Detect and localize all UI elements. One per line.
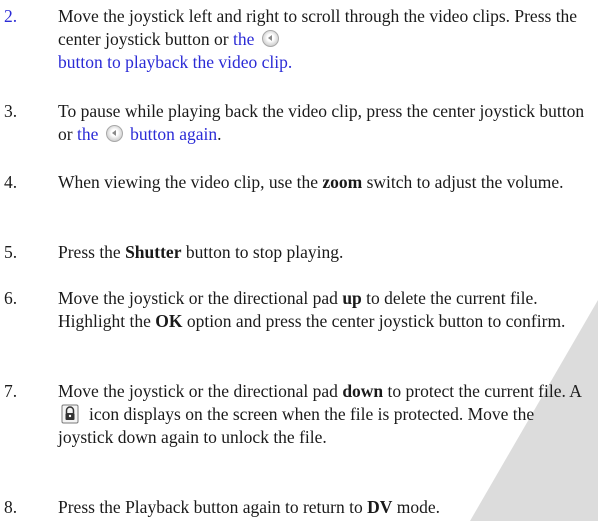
bold-term: Shutter	[125, 242, 182, 262]
step-link: the button again	[76, 124, 218, 144]
step-text: Press the Shutter button to stop playing…	[58, 242, 344, 262]
playback-button-icon	[261, 30, 279, 47]
step-number: 7.	[4, 381, 18, 401]
lock-icon	[61, 404, 79, 424]
step-text: To pause while playing back the video cl…	[58, 100, 588, 146]
step-number: 2.	[4, 6, 18, 26]
step-number: 4.	[4, 172, 18, 192]
step-text: Move the joystick or the directional pad…	[58, 288, 566, 331]
step-text-part: .	[217, 124, 222, 144]
bold-term: up	[342, 288, 362, 308]
step-text-part: Move the joystick left and right to scro…	[58, 6, 578, 49]
bold-term: down	[342, 381, 384, 401]
step-text: When viewing the video clip, use the zoo…	[58, 172, 564, 192]
playback-button-icon	[105, 125, 123, 142]
bold-term: OK	[155, 311, 183, 331]
step-text: Move the joystick or the directional pad…	[58, 381, 582, 447]
step-number: 8.	[4, 497, 18, 517]
step-number: 5.	[4, 242, 18, 262]
step-text: Press the Playback button again to retur…	[58, 497, 441, 517]
bold-term: zoom	[322, 172, 363, 192]
bold-term: DV	[367, 497, 393, 517]
step-text: Move the joystick left and right to scro…	[58, 5, 588, 74]
step-number: 3.	[4, 101, 18, 121]
step-number: 6.	[4, 288, 18, 308]
